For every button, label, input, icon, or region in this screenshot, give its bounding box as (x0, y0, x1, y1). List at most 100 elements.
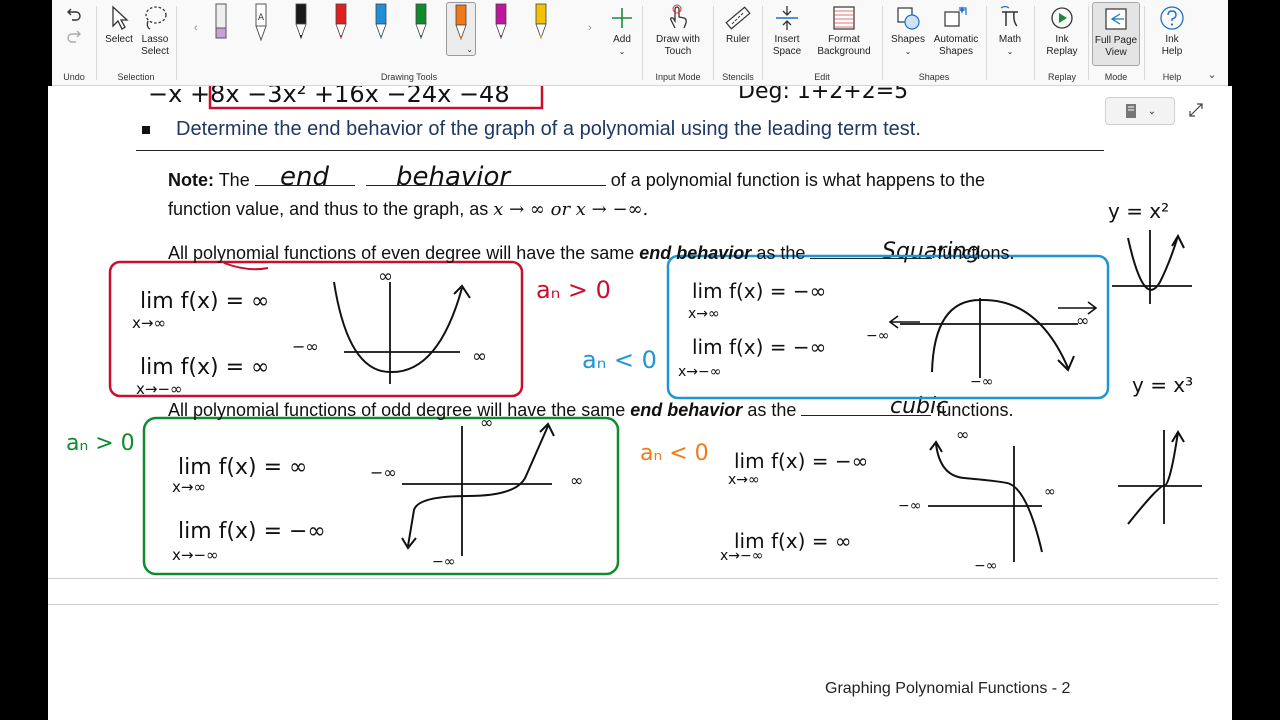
chevron-down-icon: ⌄ (1207, 68, 1217, 81)
ruler-icon (725, 6, 751, 30)
eraser-icon (215, 3, 227, 39)
pen-black[interactable] (286, 2, 316, 48)
ink-even-neg-cond: aₙ < 0 (582, 346, 657, 374)
scroll-right-icon[interactable]: › (588, 22, 592, 34)
pen-eraser[interactable] (206, 2, 236, 48)
note-line-2-text: function value, and thus to the graph, a… (168, 199, 489, 219)
separator (642, 6, 643, 80)
odd-prefix: All polynomial functions of odd degree w… (168, 400, 626, 420)
ink-odd-neg-axes (928, 446, 1042, 562)
edit-group-label: Edit (814, 72, 830, 82)
ink-even-neg-curve (931, 298, 1075, 373)
ink-even-pos-lim1: lim f(x) = ∞ (140, 289, 269, 314)
ink-even-pos-neginf: −∞ (292, 337, 319, 356)
even-degree-line: All polynomial functions of even degree … (168, 241, 1014, 264)
lasso-select-button[interactable]: Lasso Select (136, 4, 174, 58)
shapes-icon (897, 7, 920, 30)
page-divider (48, 604, 1218, 605)
ink-even-pos-curve (333, 281, 471, 374)
notebook-icon (1125, 104, 1136, 118)
blank-2 (365, 168, 606, 186)
note-math: x → ∞ or x → −∞. (493, 199, 649, 220)
format-background-button[interactable]: Format Background (810, 4, 878, 58)
blank-3 (810, 241, 933, 259)
draw-with-touch-button[interactable]: Draw with Touch (646, 4, 710, 58)
ink-odd-neg-inf-top: ∞ (956, 425, 969, 444)
notebook-switcher-dropdown[interactable]: ⌄ (1105, 97, 1175, 125)
ink-even-pos-cond: aₙ > 0 (536, 276, 611, 304)
ink-odd-neg-neginf-left: −∞ (898, 498, 921, 514)
expand-icon (1189, 103, 1203, 117)
ruler-label: Ruler (726, 34, 750, 45)
full-page-view-label: Full Page View (1094, 35, 1138, 58)
lasso-icon (145, 6, 167, 30)
pi-icon (1000, 5, 1018, 27)
ink-replay-button[interactable]: Ink Replay (1042, 4, 1082, 58)
insert-space-label: Insert Space (772, 34, 802, 57)
end-behavior-term-2: end behavior (630, 400, 743, 420)
chevron-down-icon: ⌄ (466, 45, 473, 54)
pen-red[interactable] (326, 2, 356, 48)
pen-black-icon (295, 3, 307, 40)
shapes-button[interactable]: Shapes ⌄ (888, 4, 928, 58)
ink-ref-cube-curve (1127, 430, 1185, 525)
selection-group-label: Selection (117, 72, 155, 82)
pen-pencil[interactable]: A (246, 2, 276, 48)
pen-red-icon (335, 3, 347, 40)
chevron-down-icon: ⌄ (618, 47, 626, 56)
ink-even-neg-sub1: x→∞ (688, 306, 720, 322)
insert-space-icon (776, 6, 798, 30)
full-page-view-icon (1105, 8, 1127, 30)
drawing-tools-group-label: Drawing Tools (380, 72, 438, 82)
add-pen-button[interactable]: Add ⌄ (606, 4, 638, 58)
shapes-group-label: Shapes (918, 72, 950, 82)
pen-blue[interactable] (366, 2, 396, 48)
help-group-label: Help (1162, 72, 1182, 82)
ink-odd-pos-axes (402, 426, 552, 556)
redo-icon (67, 30, 81, 43)
separator (882, 6, 883, 80)
touch-hand-icon (670, 4, 687, 29)
ink-odd-pos-sub2: x→−∞ (172, 546, 219, 564)
math-label: Math (998, 34, 1022, 45)
pen-purple[interactable] (486, 2, 516, 48)
separator (96, 6, 97, 80)
ink-help-button[interactable]: Ink Help (1150, 4, 1194, 58)
collapse-ribbon-button[interactable]: ⌄ (1202, 64, 1222, 84)
select-button[interactable]: Select (102, 4, 136, 46)
separator (1144, 6, 1145, 80)
separator (762, 6, 763, 80)
ink-even-neg-neginf-left: −∞ (866, 328, 889, 344)
select-label: Select (105, 34, 133, 45)
section-heading: Determine the end behavior of the graph … (176, 118, 921, 140)
cursor-arrow-icon (112, 5, 129, 30)
ink-odd-pos-inf-right: ∞ (570, 471, 583, 490)
ink-ribbon: Undo Select Lasso Select Selection ‹ A ⌄ … (52, 0, 1228, 86)
separator (176, 6, 177, 80)
automatic-shapes-button[interactable]: Automatic Shapes (930, 4, 982, 58)
undo-button[interactable] (64, 4, 84, 24)
ink-top-expression: −x +8x −3x² +16x −24x −48 (148, 86, 510, 108)
expand-page-button[interactable] (1188, 102, 1206, 120)
ink-even-neg-arrows (888, 301, 1098, 329)
ink-even-neg-lim2: lim f(x) = −∞ (692, 335, 826, 359)
pen-yellow[interactable] (526, 2, 556, 48)
ink-odd-neg-sub1: x→∞ (728, 472, 760, 488)
scroll-left-icon[interactable]: ‹ (194, 22, 198, 34)
ink-help-label: Ink Help (1161, 34, 1183, 57)
blank-1 (254, 168, 355, 186)
ruler-button[interactable]: Ruler (719, 4, 757, 46)
automatic-shapes-label: Automatic Shapes (933, 34, 979, 57)
pen-orange[interactable]: ⌄ (446, 2, 476, 56)
undo-group-label: Undo (63, 72, 85, 82)
full-page-view-button[interactable]: Full Page View (1092, 2, 1140, 66)
insert-space-button[interactable]: Insert Space (766, 4, 808, 58)
replay-group-label: Replay (1047, 72, 1076, 82)
automatic-shapes-icon (944, 6, 967, 27)
ink-top-degree: Deg: 1+2+2=5 (738, 86, 908, 104)
redo-button[interactable] (64, 26, 84, 46)
math-button[interactable]: Math ⌄ (992, 4, 1028, 58)
pen-green[interactable] (406, 2, 436, 48)
stencils-group: Ruler Stencils (715, 0, 761, 86)
odd-mid: as the (747, 400, 797, 420)
